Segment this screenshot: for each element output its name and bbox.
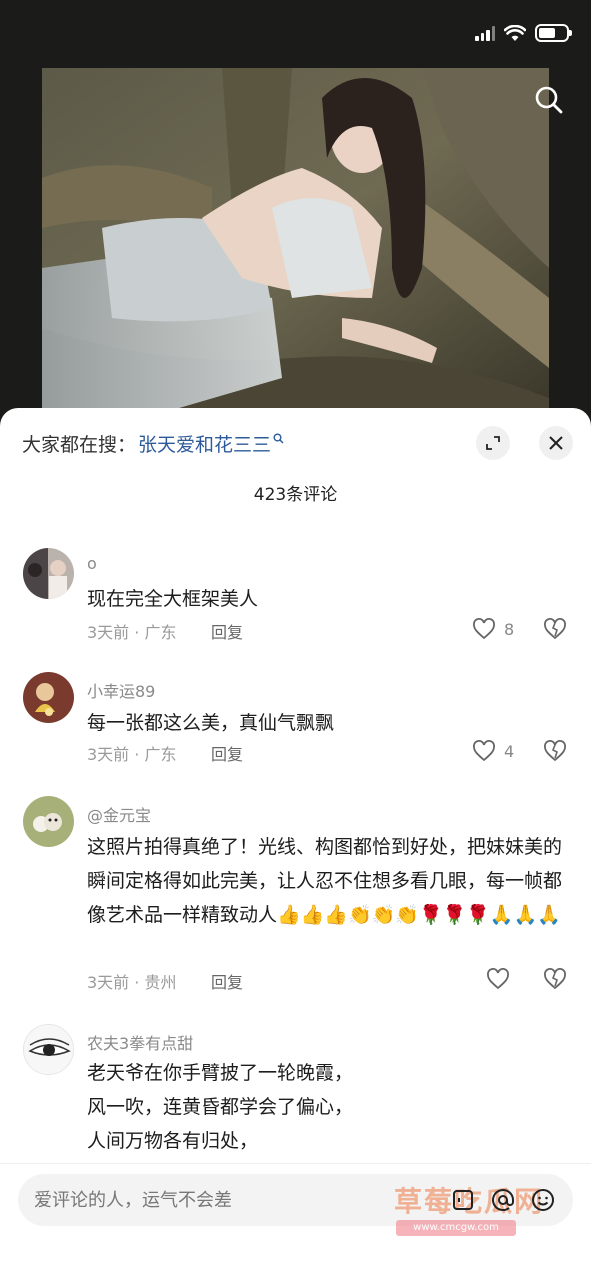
comment-meta: 3天前 · 贵州 bbox=[87, 973, 177, 992]
comment-username[interactable]: 农夫3拳有点甜 bbox=[87, 1030, 193, 1054]
close-icon bbox=[549, 436, 563, 450]
heart-icon bbox=[473, 618, 495, 640]
hot-search-term[interactable]: 张天爱和花三三 bbox=[138, 430, 271, 457]
broken-heart-icon bbox=[544, 740, 566, 762]
reply-button[interactable]: 回复 bbox=[211, 741, 243, 765]
post-photo[interactable] bbox=[42, 68, 549, 413]
comment-text: 现在完全大框架美人 bbox=[87, 588, 259, 610]
comment-input[interactable] bbox=[34, 1174, 374, 1226]
heart-icon bbox=[487, 968, 509, 990]
comment-username[interactable]: o bbox=[87, 554, 97, 573]
emoji-icon bbox=[532, 1189, 554, 1211]
wifi-icon bbox=[504, 24, 526, 41]
at-icon bbox=[492, 1189, 514, 1211]
reply-button[interactable]: 回复 bbox=[211, 969, 243, 993]
comment-text: 这照片拍得真绝了！光线、构图都恰到好处，把妹妹美的瞬间定格得如此完美，让人忍不住… bbox=[87, 836, 563, 926]
search-button[interactable] bbox=[527, 78, 571, 122]
dislike-button[interactable] bbox=[543, 618, 567, 644]
hot-search[interactable]: 大家都在搜： 张天爱和花三三 bbox=[22, 430, 284, 457]
comment-line: 人间万物各有归处， bbox=[87, 1130, 259, 1152]
close-button[interactable] bbox=[539, 426, 573, 460]
reply-button[interactable]: 回复 bbox=[211, 619, 243, 643]
avatar[interactable] bbox=[23, 548, 74, 599]
comment-text: 老天爷在你手臂披了一轮晚霞， 风一吹，连黄昏都学会了偏心， 人间万物各有归处， bbox=[87, 1056, 577, 1158]
heart-icon bbox=[473, 740, 495, 762]
dislike-button[interactable] bbox=[543, 740, 567, 766]
like-count: 8 bbox=[504, 619, 515, 639]
comment-username[interactable]: 小幸运89 bbox=[87, 678, 155, 702]
avatar[interactable] bbox=[23, 672, 74, 723]
comment-sheet: 大家都在搜： 张天爱和花三三 423条评论 o 现在完全大框架美人 3天前 · … bbox=[0, 408, 591, 1280]
like-button[interactable]: 8 bbox=[472, 618, 514, 640]
like-count: 4 bbox=[504, 741, 515, 761]
watermark-url: www.cmcgw.com bbox=[396, 1220, 516, 1236]
broken-heart-icon bbox=[544, 968, 566, 990]
comment-input-bar: 草莓吃瓜网 www.cmcgw.com bbox=[0, 1163, 591, 1280]
comment-count: 423条评论 bbox=[253, 485, 338, 505]
hot-search-prefix: 大家都在搜： bbox=[22, 434, 137, 456]
like-button[interactable]: 4 bbox=[472, 740, 514, 762]
cellular-signal-icon bbox=[475, 25, 495, 41]
dislike-button[interactable] bbox=[543, 968, 567, 994]
like-button[interactable] bbox=[486, 968, 510, 990]
image-icon bbox=[453, 1190, 473, 1210]
comment-meta: 3天前 · 广东 bbox=[87, 745, 177, 764]
expand-icon bbox=[486, 436, 500, 450]
image-button[interactable] bbox=[449, 1186, 477, 1214]
expand-button[interactable] bbox=[476, 426, 510, 460]
search-small-icon bbox=[273, 433, 284, 447]
emoji-button[interactable] bbox=[529, 1186, 557, 1214]
status-bar bbox=[0, 0, 591, 70]
broken-heart-icon bbox=[544, 618, 566, 640]
comment-input-container[interactable]: 草莓吃瓜网 bbox=[18, 1174, 573, 1226]
comment-meta: 3天前 · 广东 bbox=[87, 623, 177, 642]
comment-line: 老天爷在你手臂披了一轮晚霞， bbox=[87, 1062, 354, 1084]
comment-username[interactable]: @金元宝 bbox=[87, 802, 151, 826]
avatar[interactable] bbox=[23, 1024, 74, 1075]
battery-icon bbox=[535, 24, 572, 42]
comment-line: 风一吹，连黄昏都学会了偏心， bbox=[87, 1096, 354, 1118]
search-icon bbox=[535, 86, 563, 114]
comment-text: 每一张都这么美，真仙气飘飘 bbox=[87, 712, 335, 734]
mention-button[interactable] bbox=[489, 1186, 517, 1214]
avatar[interactable] bbox=[23, 796, 74, 847]
